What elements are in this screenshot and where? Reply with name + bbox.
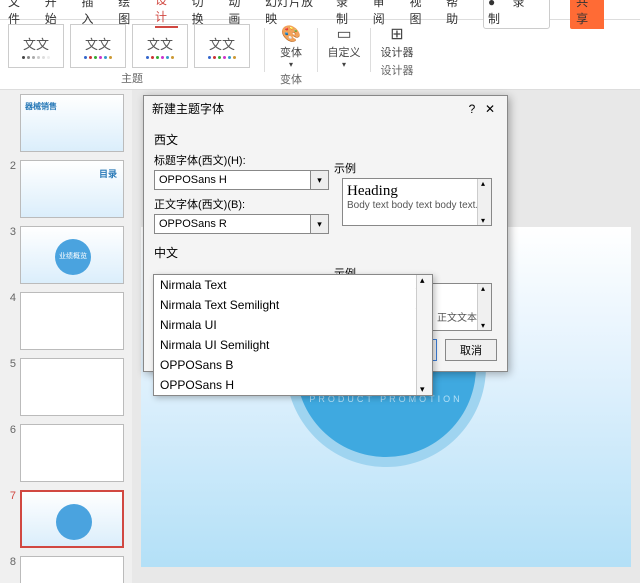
font-option[interactable]: OPPOSans H	[154, 375, 432, 395]
ribbon-custom-button[interactable]: ▭自定义▾	[326, 24, 362, 87]
theme-option-4[interactable]: 文文	[194, 24, 250, 68]
heading-font-west-combo[interactable]: ▾	[154, 170, 329, 190]
section-west: 西文	[154, 131, 497, 148]
heading-font-west-label: 标题字体(西文)(H):	[154, 152, 334, 168]
font-dropdown-list[interactable]: Nirmala Text☁ Nirmala Text Semilight☁ Ni…	[153, 274, 433, 396]
font-option[interactable]: Nirmala UI Semilight	[154, 335, 432, 355]
ribbon-designer-button[interactable]: ⊞设计器	[379, 24, 415, 60]
dialog-title: 新建主题字体	[152, 100, 463, 117]
menu-home[interactable]: 开始	[45, 0, 68, 27]
dialog-help-button[interactable]: ?	[463, 102, 481, 116]
ribbon-label-themes: 主题	[121, 70, 143, 86]
ribbon-group-designer: ⊞设计器 设计器	[379, 24, 415, 87]
custom-icon: ▭	[334, 24, 354, 44]
record-button[interactable]: ● 录制	[483, 0, 550, 29]
font-option[interactable]: OPPOSans B	[154, 355, 432, 375]
sample-scrollbar[interactable]	[477, 179, 491, 225]
font-option[interactable]: Nirmala Text Semilight☁	[154, 295, 432, 315]
menu-record[interactable]: 录制	[336, 0, 359, 27]
palette-icon: 🎨	[281, 24, 301, 44]
theme-option-3[interactable]: 文文	[132, 24, 188, 68]
menu-animation[interactable]: 动画	[228, 0, 251, 27]
ribbon-label-designer: 设计器	[381, 62, 414, 78]
sample-scrollbar[interactable]	[477, 284, 491, 330]
designer-icon: ⊞	[387, 24, 407, 44]
share-button[interactable]: 共享	[570, 0, 604, 29]
ribbon-label-variant: 变体	[280, 71, 302, 87]
theme-option-1[interactable]: 文文	[8, 24, 64, 68]
slide-thumb[interactable]: 4	[0, 292, 132, 350]
theme-option-2[interactable]: 文文	[70, 24, 126, 68]
menu-slideshow[interactable]: 幻灯片放映	[265, 0, 322, 27]
slide-thumb[interactable]: 器械销售	[0, 94, 132, 152]
slide-thumb[interactable]: 6	[0, 424, 132, 482]
sample-label-west: 示例	[334, 160, 492, 176]
menubar: 文件 开始 插入 绘图 设计 切换 动画 幻灯片放映 录制 审阅 视图 帮助 ●…	[0, 0, 640, 20]
dialog-close-button[interactable]: ✕	[481, 102, 499, 116]
section-cn: 中文	[154, 244, 497, 261]
ribbon-group-themes: 文文 文文 文文 文文 主题	[8, 24, 256, 87]
menu-insert[interactable]: 插入	[81, 0, 104, 27]
dropdown-scrollbar[interactable]	[416, 275, 432, 395]
slides-panel[interactable]: 器械销售 2目录 3业绩概览 4 5 6 7 8	[0, 90, 132, 583]
slide-thumb[interactable]: 3业绩概览	[0, 226, 132, 284]
menu-help[interactable]: 帮助	[446, 0, 469, 27]
ribbon-variant-button[interactable]: 🎨变体▾	[273, 24, 309, 69]
sample-west-body: Body text body text body text.	[347, 200, 487, 211]
menu-view[interactable]: 视图	[409, 0, 432, 27]
menu-transition[interactable]: 切换	[192, 0, 215, 27]
menu-draw[interactable]: 绘图	[118, 0, 141, 27]
font-option[interactable]: Nirmala UI	[154, 315, 432, 335]
slide-thumb[interactable]: 2目录	[0, 160, 132, 218]
menu-file[interactable]: 文件	[8, 0, 31, 27]
body-font-west-combo[interactable]: ▾	[154, 214, 329, 234]
ribbon: 文文 文文 文文 文文 主题 🎨变体▾ 变体 ▭自定义▾ ⊞设计器 设计器	[0, 20, 640, 90]
chevron-down-icon[interactable]: ▾	[310, 215, 328, 233]
slide-thumb[interactable]: 8	[0, 556, 132, 583]
slide-thumb[interactable]: 7	[0, 490, 132, 548]
body-font-west-input[interactable]	[155, 215, 310, 233]
sample-west-heading: Heading	[347, 183, 487, 200]
slide-thumb[interactable]: 5	[0, 358, 132, 416]
menu-review[interactable]: 审阅	[373, 0, 396, 27]
chevron-down-icon[interactable]: ▾	[310, 171, 328, 189]
cancel-button[interactable]: 取消	[445, 339, 497, 361]
dialog-titlebar: 新建主题字体 ? ✕	[144, 96, 507, 121]
heading-font-west-input[interactable]	[155, 171, 310, 189]
ribbon-group-variants: 🎨变体▾ 变体	[273, 24, 309, 87]
body-font-west-label: 正文字体(西文)(B):	[154, 196, 334, 212]
font-option[interactable]: Nirmala Text☁	[154, 275, 432, 295]
sample-west: Heading Body text body text body text.	[342, 178, 492, 226]
